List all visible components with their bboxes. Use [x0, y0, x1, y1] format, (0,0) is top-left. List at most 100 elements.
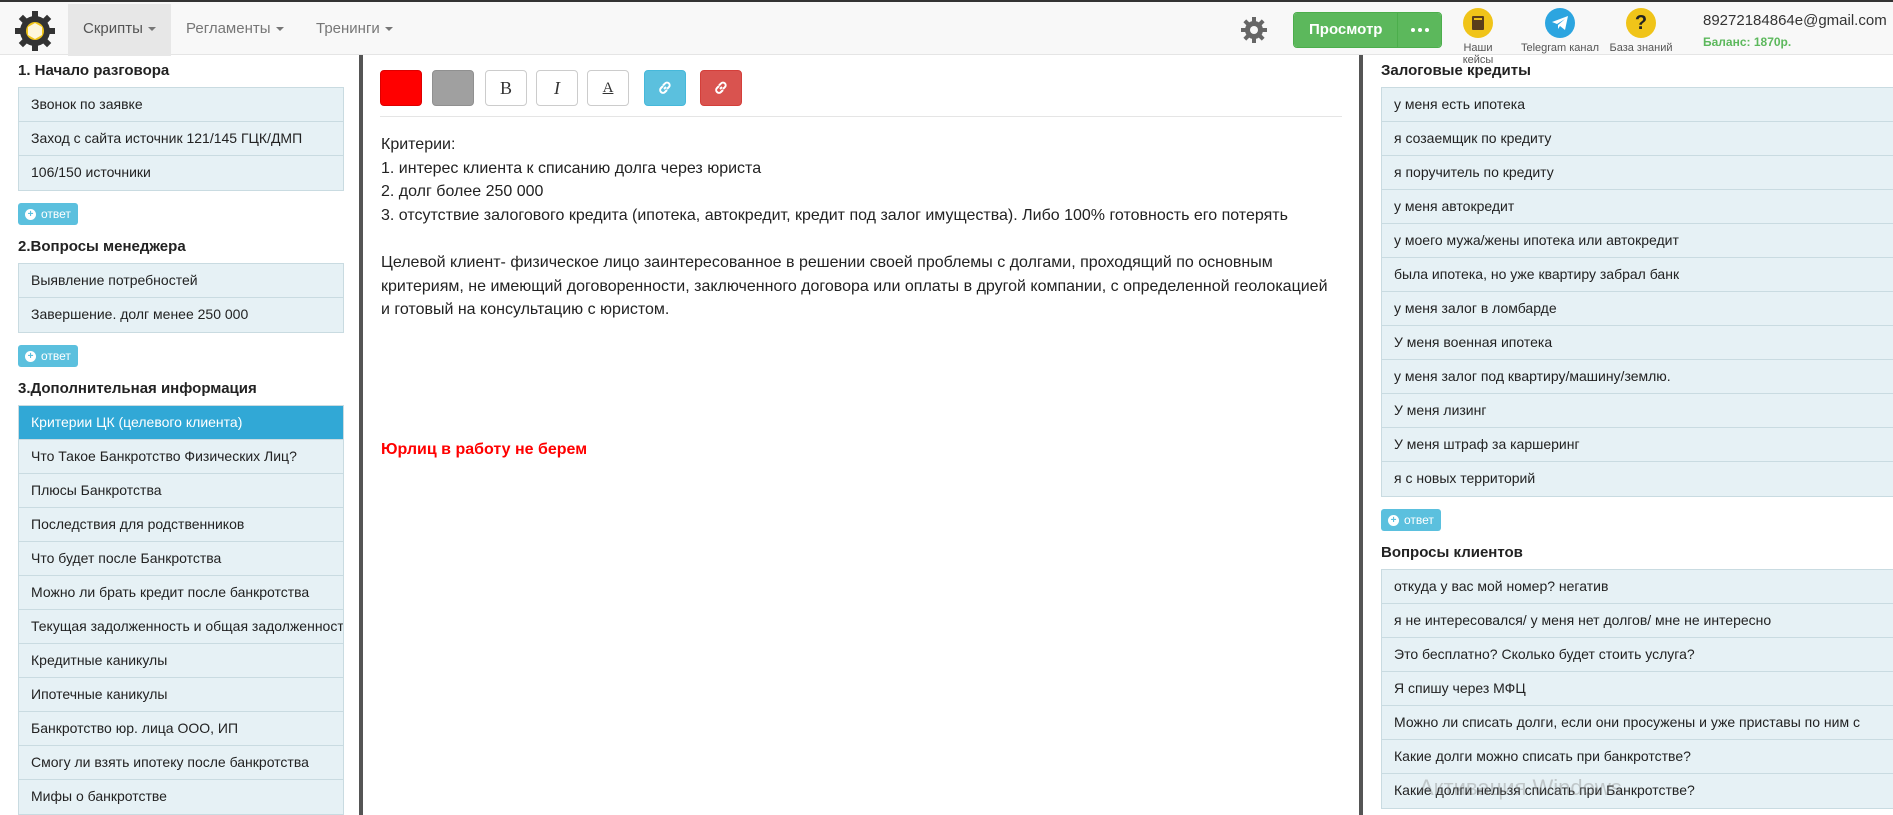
logo-gear-icon[interactable]: [14, 10, 56, 52]
telegram-label: Telegram канал: [1520, 42, 1600, 54]
list-item[interactable]: была ипотека, но уже квартиру забрал бан…: [1382, 258, 1893, 292]
insert-link-button[interactable]: [644, 70, 686, 106]
section-title: Вопросы клиентов: [1381, 544, 1523, 561]
windows-activation-watermark: Активация Windows: [1419, 775, 1622, 800]
bold-button[interactable]: B: [485, 70, 527, 106]
section-title: 1. Начало разговора: [18, 62, 170, 79]
caret-down-icon: [275, 27, 284, 32]
editor-panel: B I A Критерии: 1. интерес клиента к спи…: [364, 55, 1344, 815]
telegram-link[interactable]: Telegram канал: [1519, 8, 1601, 54]
italic-label: I: [554, 77, 560, 98]
section-list: Критерии ЦК (целевого клиента) Что Такое…: [18, 405, 344, 815]
nav-trainings[interactable]: Тренинги: [301, 4, 408, 56]
panel-divider[interactable]: [1359, 55, 1363, 815]
red-note: Юрлиц в работу не берем: [381, 441, 588, 458]
user-balance: Баланс: 1870р.: [1703, 35, 1792, 49]
section-list: Выявление потребностей Завершение. долг …: [18, 263, 344, 333]
toolbar-separator: [380, 116, 1342, 117]
answer-label: ответ: [41, 207, 71, 221]
add-answer-button[interactable]: + ответ: [18, 203, 78, 225]
list-item[interactable]: я поручитель по кредиту: [1382, 156, 1893, 190]
list-item[interactable]: у меня залог в ломбарде: [1382, 292, 1893, 326]
nav-trainings-label: Тренинги: [316, 20, 380, 37]
question-icon: ?: [1626, 8, 1656, 38]
section-list: у меня есть ипотека я созаемщик по креди…: [1381, 87, 1893, 497]
underline-button[interactable]: A: [587, 70, 629, 106]
list-item[interactable]: Текущая задолженность и общая задолженно…: [19, 610, 343, 644]
list-item[interactable]: Что Такое Банкротство Физических Лиц?: [19, 440, 343, 474]
nav-scripts[interactable]: Скрипты: [68, 4, 171, 56]
user-email[interactable]: 89272184864e@gmail.com: [1703, 12, 1887, 29]
editor-content[interactable]: Критерии: 1. интерес клиента к списанию …: [381, 133, 1331, 322]
more-options-button[interactable]: [1397, 13, 1442, 47]
add-answer-button[interactable]: + ответ: [18, 345, 78, 367]
answer-label: ответ: [41, 349, 71, 363]
red-color-button[interactable]: [380, 70, 422, 106]
section-list: Звонок по заявке Заход с сайта источник …: [18, 87, 344, 191]
section-title: 2.Вопросы менеджера: [18, 238, 186, 255]
knowledge-base-link[interactable]: ? База знаний: [1609, 8, 1673, 54]
list-item[interactable]: я созаемщик по кредиту: [1382, 122, 1893, 156]
link-icon: [659, 81, 671, 94]
dot-icon: [1410, 28, 1415, 32]
list-item-active[interactable]: Критерии ЦК (целевого клиента): [19, 406, 343, 440]
list-item[interactable]: у моего мужа/жены ипотека или автокредит: [1382, 224, 1893, 258]
list-item[interactable]: у меня залог под квартиру/машину/землю.: [1382, 360, 1893, 394]
list-item[interactable]: Какие долги можно списать при банкротств…: [1382, 740, 1893, 774]
right-answers-panel: Залоговые кредиты у меня есть ипотека я …: [1381, 55, 1893, 815]
italic-button[interactable]: I: [536, 70, 578, 106]
list-item[interactable]: Ипотечные каникулы: [19, 678, 343, 712]
list-item[interactable]: Последствия для родственников: [19, 508, 343, 542]
top-navbar: Скрипты Регламенты Тренинги Просмотр Наш…: [0, 0, 1893, 66]
list-item[interactable]: Можно ли брать кредит после банкротства: [19, 576, 343, 610]
section-title: 3.Дополнительная информация: [18, 380, 257, 397]
book-icon: [1463, 8, 1493, 38]
text-paragraph: Целевой клиент- физическое лицо заинтере…: [381, 253, 1328, 319]
list-item[interactable]: Звонок по заявке: [19, 88, 343, 122]
list-item[interactable]: 106/150 источники: [19, 156, 343, 190]
list-item[interactable]: Мифы о банкротстве: [19, 780, 343, 814]
text-line: Критерии:: [381, 136, 456, 153]
section-title: Залоговые кредиты: [1381, 62, 1531, 79]
list-item[interactable]: у меня автокредит: [1382, 190, 1893, 224]
list-item[interactable]: Что будет после Банкротства: [19, 542, 343, 576]
nav-scripts-label: Скрипты: [83, 20, 143, 37]
text-line: 1. интерес клиента к списанию долга чере…: [381, 159, 762, 177]
list-item[interactable]: откуда у вас мой номер? негатив: [1382, 570, 1893, 604]
list-item[interactable]: Можно ли списать долги, если они просуже…: [1382, 706, 1893, 740]
list-item[interactable]: Кредитные каникулы: [19, 644, 343, 678]
list-item[interactable]: я не интересовался/ у меня нет долгов/ м…: [1382, 604, 1893, 638]
list-item[interactable]: Выявление потребностей: [19, 264, 343, 298]
remove-link-button[interactable]: [700, 70, 742, 106]
knowledge-base-label: База знаний: [1609, 42, 1673, 54]
section-list: откуда у вас мой номер? негатив я не инт…: [1381, 569, 1893, 809]
list-item[interactable]: Банкротство юр. лица ООО, ИП: [19, 712, 343, 746]
list-item[interactable]: Это бесплатно? Сколько будет стоить услу…: [1382, 638, 1893, 672]
list-item[interactable]: Заход с сайта источник 121/145 ГЦК/ДМП: [19, 122, 343, 156]
list-item[interactable]: У меня лизинг: [1382, 394, 1893, 428]
nav-regulations[interactable]: Регламенты: [171, 4, 299, 56]
telegram-icon: [1545, 8, 1575, 38]
list-item[interactable]: Смогу ли взять ипотеку после банкротства: [19, 746, 343, 780]
nav-regulations-label: Регламенты: [186, 20, 271, 37]
list-item[interactable]: я с новых территорий: [1382, 462, 1893, 496]
answer-label: ответ: [1404, 513, 1434, 527]
settings-gear-icon[interactable]: [1240, 16, 1268, 44]
list-item[interactable]: Завершение. долг менее 250 000: [19, 298, 343, 332]
left-script-panel: 1. Начало разговора Звонок по заявке Зах…: [18, 55, 344, 815]
dot-icon: [1417, 28, 1422, 32]
text-line: 3. отсутствие залогового кредита (ипотек…: [381, 206, 1288, 224]
list-item[interactable]: Плюсы Банкротства: [19, 474, 343, 508]
list-item[interactable]: У меня штраф за каршеринг: [1382, 428, 1893, 462]
text-line: 2. долг более 250 000: [381, 183, 544, 201]
gray-color-button[interactable]: [432, 70, 474, 106]
add-answer-button[interactable]: + ответ: [1381, 509, 1441, 531]
caret-down-icon: [384, 27, 393, 32]
panel-divider[interactable]: [359, 55, 363, 815]
list-item[interactable]: у меня есть ипотека: [1382, 88, 1893, 122]
view-button[interactable]: Просмотр: [1294, 13, 1398, 47]
list-item[interactable]: У меня военная ипотека: [1382, 326, 1893, 360]
unlink-icon: [715, 81, 727, 94]
list-item[interactable]: Я спишу через МФЦ: [1382, 672, 1893, 706]
plus-circle-icon: +: [1388, 514, 1399, 526]
